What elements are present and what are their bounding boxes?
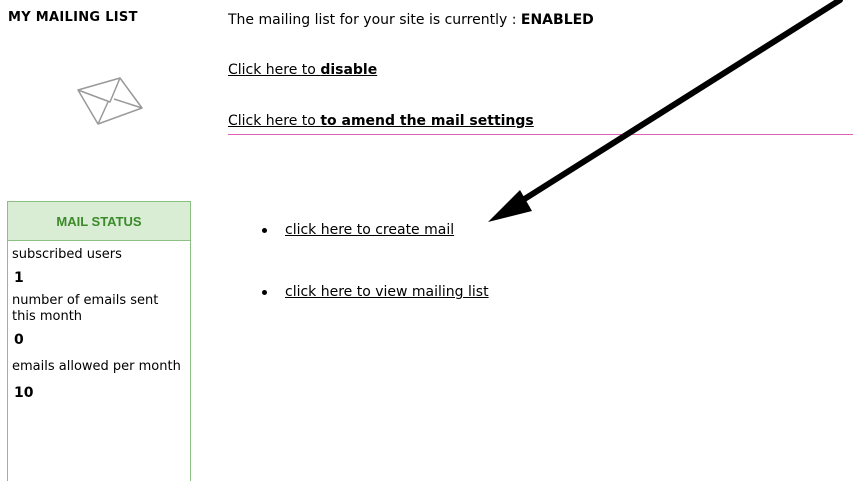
view-mailing-list-link[interactable]: click here to view mailing list — [285, 284, 489, 300]
disable-link[interactable]: Click here to disable — [228, 62, 377, 78]
create-mail-link[interactable]: click here to create mail — [285, 222, 454, 238]
amend-link-emphasis: to amend the mail settings — [320, 113, 534, 129]
mail-status-panel: MAIL STATUS subscribed users 1 number of… — [7, 201, 191, 481]
amend-settings-link[interactable]: Click here to to amend the mail settings — [228, 113, 534, 129]
mail-actions-list-2: click here to view mailing list — [262, 284, 489, 300]
bullet-icon — [262, 290, 267, 295]
mailing-list-status: The mailing list for your site is curren… — [228, 12, 594, 28]
mail-actions-list: click here to create mail — [262, 222, 454, 238]
envelope-icon — [77, 77, 143, 125]
emails-allowed-label: emails allowed per month — [12, 359, 181, 374]
emails-allowed-value: 10 — [14, 385, 34, 401]
list-item: click here to view mailing list — [262, 284, 489, 300]
subscribed-users-label: subscribed users — [12, 247, 122, 262]
disable-link-emphasis: disable — [320, 62, 378, 78]
status-prefix: The mailing list for your site is curren… — [228, 12, 521, 28]
emails-sent-label: number of emails sent this month — [12, 293, 159, 324]
amend-link-prefix: Click here to — [228, 113, 321, 129]
list-item: click here to create mail — [262, 222, 454, 238]
status-value: ENABLED — [520, 12, 594, 28]
page-title: MY MAILING LIST — [8, 10, 138, 25]
bullet-icon — [262, 228, 267, 233]
divider — [228, 134, 853, 135]
disable-link-prefix: Click here to — [228, 62, 321, 78]
subscribed-users-value: 1 — [14, 270, 24, 286]
emails-sent-value: 0 — [14, 332, 24, 348]
mail-status-header: MAIL STATUS — [8, 202, 190, 241]
